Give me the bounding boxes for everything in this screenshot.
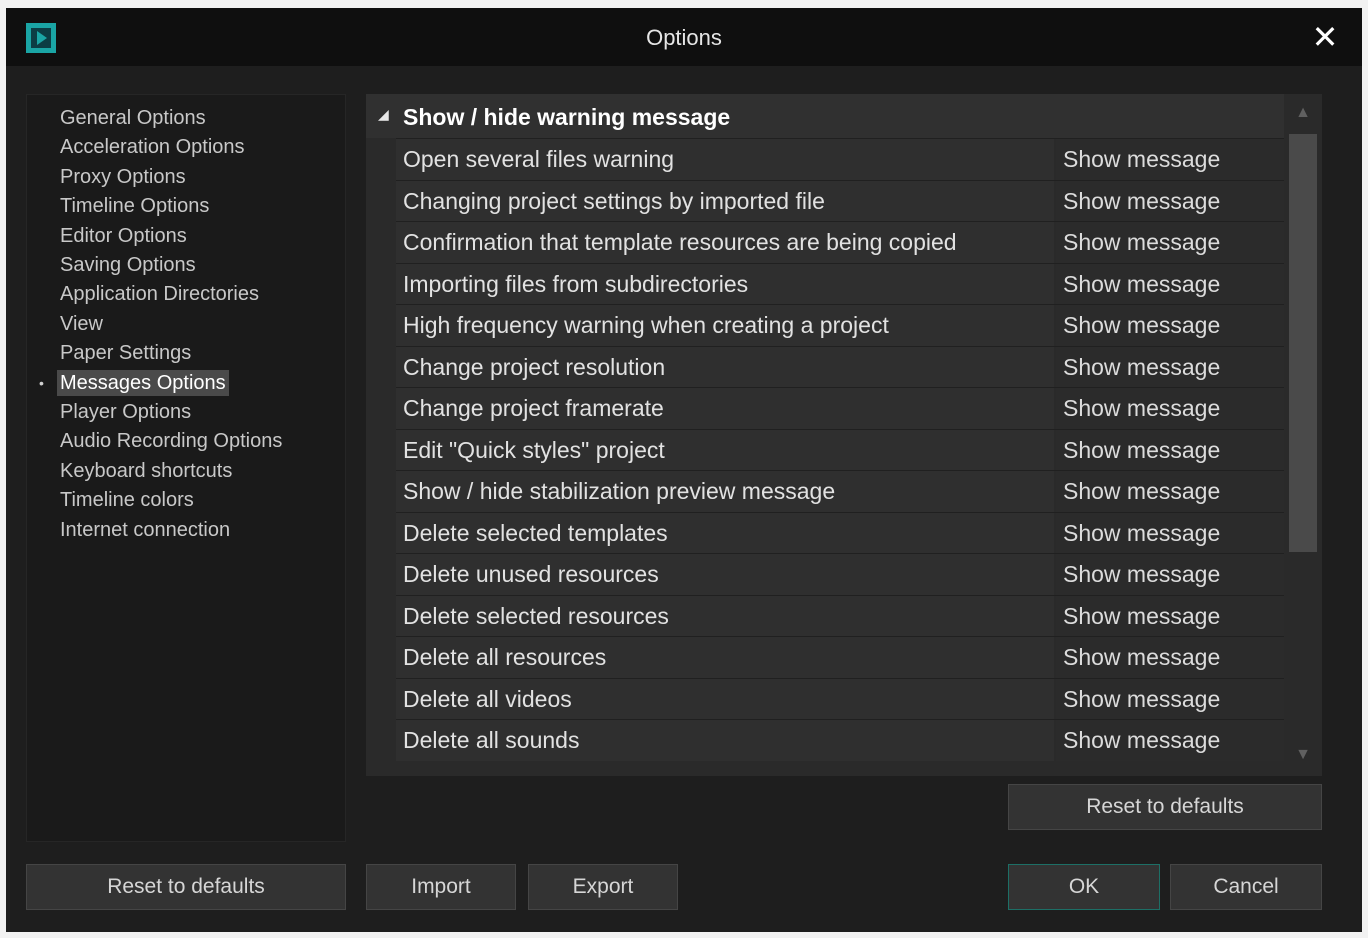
scroll-up-icon[interactable]: ▲ <box>1290 98 1316 128</box>
export-button[interactable]: Export <box>528 864 678 910</box>
setting-value-dropdown[interactable]: Show message <box>1056 720 1284 761</box>
setting-row[interactable]: Delete unused resources Show message <box>396 553 1284 595</box>
window-title: Options <box>646 25 722 50</box>
setting-value-dropdown[interactable]: Show message <box>1056 471 1284 512</box>
message-settings-list: Open several files warning Show message Ch… <box>396 138 1284 761</box>
setting-value-dropdown[interactable]: Show message <box>1056 512 1284 553</box>
setting-row[interactable]: Change project framerate Show message <box>396 387 1284 429</box>
group-header[interactable]: ◢ Show / hide warning message <box>366 94 1284 138</box>
sidebar-item[interactable]: Saving Options <box>57 252 199 278</box>
setting-row[interactable]: Delete selected resources Show message <box>396 594 1284 636</box>
setting-row[interactable]: High frequency warning when creating a p… <box>396 304 1284 346</box>
sidebar-item[interactable]: Editor Options <box>57 223 190 249</box>
sidebar-item[interactable]: Player Options <box>57 399 194 425</box>
setting-row[interactable]: Delete selected templates Show message <box>396 511 1284 553</box>
setting-value-dropdown[interactable]: Show message <box>1056 263 1284 304</box>
vertical-scrollbar[interactable]: ▲ ▼ <box>1284 94 1322 776</box>
sidebar-item[interactable]: Timeline Options <box>57 193 212 219</box>
setting-label: Edit "Quick styles" project <box>396 429 1054 470</box>
sidebar-item[interactable]: General Options <box>57 105 209 131</box>
setting-row[interactable]: Importing files from subdirectories Show … <box>396 262 1284 304</box>
messages-options-panel: ◢ Show / hide warning message Open sever… <box>366 94 1322 776</box>
panel-reset-button[interactable]: Reset to defaults <box>1008 784 1322 830</box>
setting-label: Changing project settings by imported fi… <box>396 180 1054 221</box>
import-button[interactable]: Import <box>366 864 516 910</box>
setting-value-dropdown[interactable]: Show message <box>1056 678 1284 719</box>
setting-value-dropdown[interactable]: Show message <box>1056 388 1284 429</box>
setting-label: Change project resolution <box>396 346 1054 387</box>
reset-all-button[interactable]: Reset to defaults <box>26 864 346 910</box>
sidebar-item[interactable]: Acceleration Options <box>57 134 248 160</box>
setting-value-dropdown[interactable]: Show message <box>1056 180 1284 221</box>
setting-value-dropdown[interactable]: Show message <box>1056 346 1284 387</box>
setting-value-dropdown[interactable]: Show message <box>1056 554 1284 595</box>
title-bar: Options ✕ <box>6 8 1362 66</box>
group-title: Show / hide warning message <box>403 104 731 130</box>
setting-value-dropdown[interactable]: Show message <box>1056 429 1284 470</box>
setting-row[interactable]: Delete all resources Show message <box>396 636 1284 678</box>
sidebar-item[interactable]: Keyboard shortcuts <box>57 458 235 484</box>
setting-value-dropdown[interactable]: Show message <box>1056 637 1284 678</box>
collapse-arrow-icon[interactable]: ◢ <box>378 106 389 123</box>
scroll-down-icon[interactable]: ▼ <box>1290 740 1316 770</box>
selected-indicator-icon: • <box>39 374 44 391</box>
sidebar-item[interactable]: Proxy Options <box>57 164 189 190</box>
setting-row[interactable]: Confirmation that template resources are… <box>396 221 1284 263</box>
setting-label: Delete all resources <box>396 637 1054 678</box>
sidebar-item[interactable]: Internet connection <box>57 517 233 543</box>
setting-value-dropdown[interactable]: Show message <box>1056 222 1284 263</box>
setting-label: Confirmation that template resources are… <box>396 222 1054 263</box>
sidebar-item[interactable]: Application Directories <box>57 281 262 307</box>
setting-label: Open several files warning <box>396 139 1054 180</box>
setting-row[interactable]: Delete all sounds Show message <box>396 719 1284 761</box>
setting-value-dropdown[interactable]: Show message <box>1056 305 1284 346</box>
sidebar-item[interactable]: Messages Options <box>57 369 229 396</box>
setting-row[interactable]: Delete all videos Show message <box>396 677 1284 719</box>
setting-label: Delete all sounds <box>396 720 1054 761</box>
ok-button[interactable]: OK <box>1008 864 1160 910</box>
setting-label: Delete selected templates <box>396 512 1054 553</box>
setting-label: High frequency warning when creating a p… <box>396 305 1054 346</box>
setting-row[interactable]: Changing project settings by imported fi… <box>396 179 1284 221</box>
close-icon[interactable]: ✕ <box>1308 20 1342 54</box>
setting-label: Delete selected resources <box>396 595 1054 636</box>
setting-label: Change project framerate <box>396 388 1054 429</box>
setting-label: Show / hide stabilization preview messag… <box>396 471 1054 512</box>
setting-value-dropdown[interactable]: Show message <box>1056 139 1284 180</box>
setting-row[interactable]: Open several files warning Show message <box>396 138 1284 180</box>
setting-value-dropdown[interactable]: Show message <box>1056 595 1284 636</box>
setting-row[interactable]: Show / hide stabilization preview messag… <box>396 470 1284 512</box>
sidebar-item[interactable]: View <box>57 311 106 337</box>
setting-label: Importing files from subdirectories <box>396 263 1054 304</box>
cancel-button[interactable]: Cancel <box>1170 864 1322 910</box>
sidebar-item[interactable]: Timeline colors <box>57 487 197 513</box>
sidebar-item[interactable]: Paper Settings <box>57 340 194 366</box>
setting-row[interactable]: Edit "Quick styles" project Show message <box>396 428 1284 470</box>
scrollbar-thumb[interactable] <box>1289 134 1317 552</box>
setting-label: Delete all videos <box>396 678 1054 719</box>
options-dialog: Options ✕ General Options Acceleration Op… <box>6 8 1362 932</box>
sidebar-item[interactable]: Audio Recording Options <box>57 428 285 454</box>
setting-row[interactable]: Change project resolution Show message <box>396 345 1284 387</box>
options-category-list: General Options Acceleration Options Proxy… <box>26 94 346 842</box>
setting-label: Delete unused resources <box>396 554 1054 595</box>
